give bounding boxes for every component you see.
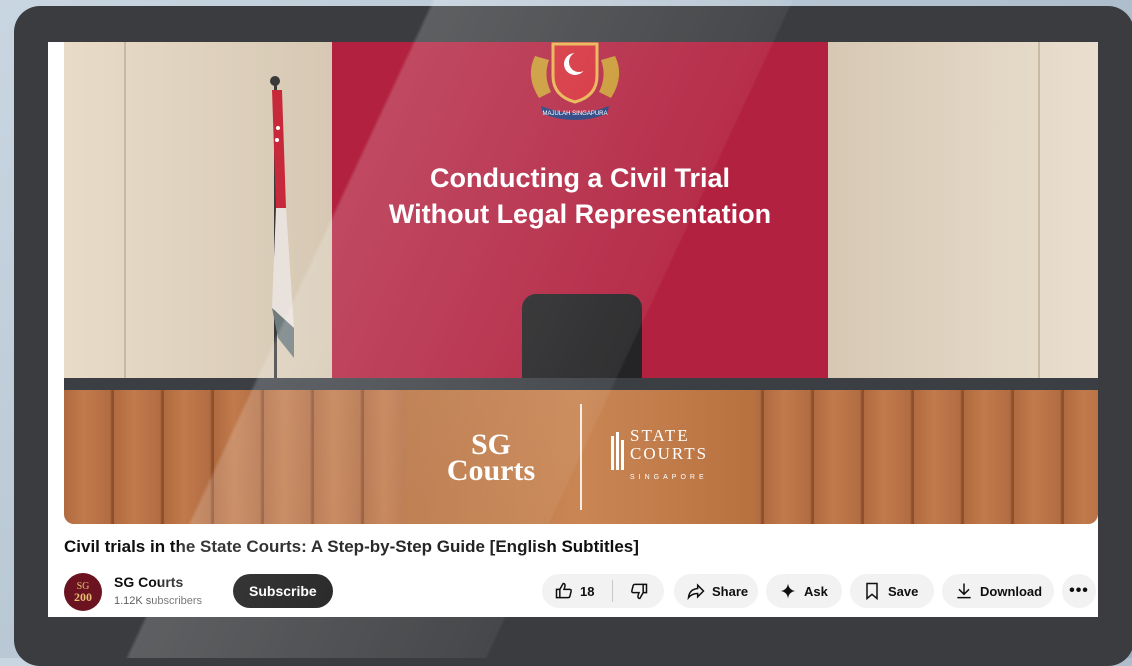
ask-label: Ask (804, 583, 828, 599)
share-button[interactable]: Share (674, 574, 758, 608)
slide-title-line2: Without Legal Representation (388, 199, 772, 229)
logo-courts-text: Courts (446, 454, 536, 487)
crest-motto: MAJULAH SINGAPURA (542, 111, 607, 117)
state-courts-logo: STATE COURTS SINGAPORE (630, 427, 708, 487)
logo-state-courts-text: COURTS (630, 444, 709, 463)
subscribe-button[interactable]: Subscribe (233, 574, 333, 608)
bookmark-icon (866, 582, 878, 601)
like-dislike-group: 18 (542, 574, 664, 608)
logo-state-text: STATE (630, 426, 690, 445)
thumbs-down-icon (630, 583, 647, 600)
ask-button[interactable]: Ask (766, 574, 842, 608)
share-arrow-icon (687, 583, 705, 601)
download-label: Download (980, 583, 1043, 599)
video-player[interactable]: MAJULAH SINGAPURA Conducting a Civil Tri… (64, 42, 1098, 524)
sparkle-icon (780, 583, 796, 599)
save-label: Save (888, 583, 919, 599)
save-button[interactable]: Save (850, 574, 934, 608)
download-button[interactable]: Download (942, 574, 1054, 608)
thumbs-up-icon (555, 582, 572, 599)
flag-pole-top (270, 76, 280, 86)
dislike-button[interactable] (613, 574, 664, 608)
wall-panel-line (1038, 42, 1040, 382)
singapore-flag-icon (272, 90, 294, 358)
channel-avatar[interactable]: SG 200 (64, 573, 102, 611)
avatar-text-num: 200 (74, 590, 92, 604)
download-icon (957, 583, 971, 599)
video-title: Civil trials in the State Courts: A Step… (64, 537, 639, 556)
like-button[interactable]: 18 (542, 574, 612, 608)
logo-divider (580, 404, 582, 510)
wall-panel-line (124, 42, 126, 382)
like-count: 18 (580, 583, 595, 599)
desk-top (64, 378, 1098, 390)
subscriber-count: 1.12K subscribers (114, 595, 203, 607)
singapore-crest-icon: MAJULAH SINGAPURA (530, 42, 620, 120)
courtroom-wall-right (828, 42, 1098, 382)
state-courts-building-icon (611, 432, 624, 470)
sg-courts-logo: SG Courts (436, 430, 546, 487)
logo-singapore-text: SINGAPORE (630, 474, 708, 481)
channel-name[interactable]: SG Courts (114, 574, 183, 590)
share-label: Share (712, 583, 749, 599)
more-actions-button[interactable]: ••• (1062, 574, 1096, 608)
slide-title-line1: Conducting a Civil Trial (429, 163, 731, 193)
browser-screen: MAJULAH SINGAPURA Conducting a Civil Tri… (48, 42, 1098, 617)
